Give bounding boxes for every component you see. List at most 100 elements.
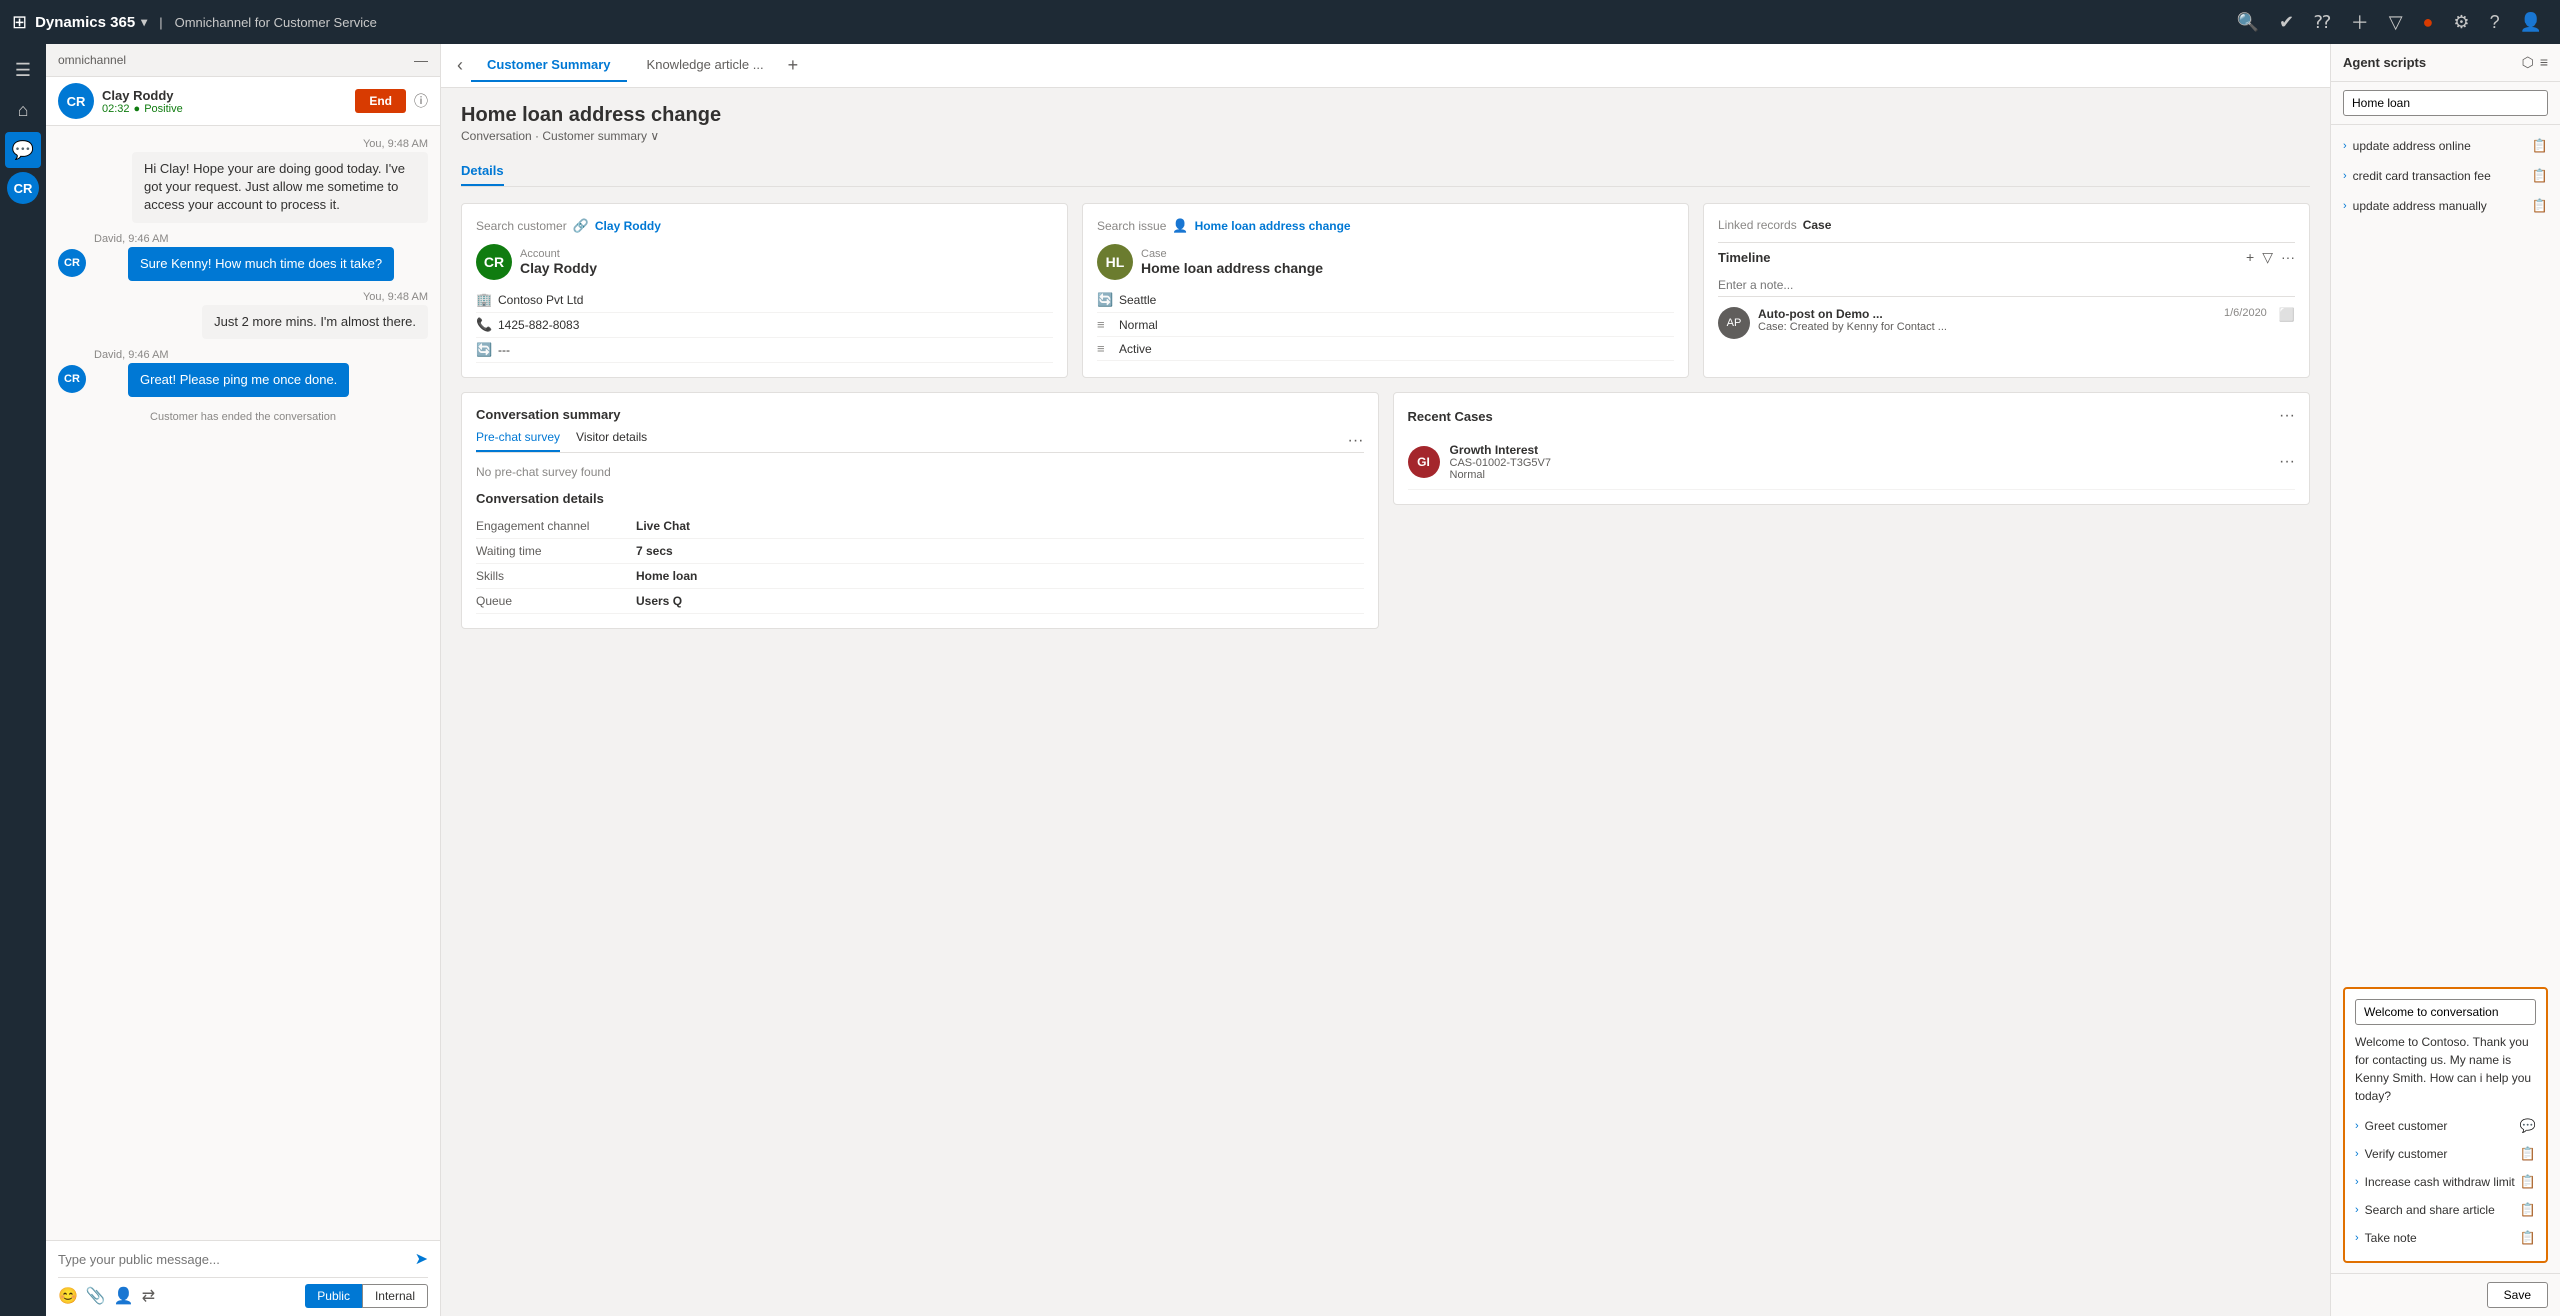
welcome-script-greet[interactable]: › Greet customer 💬: [2355, 1113, 2536, 1139]
entry-subtitle: Case: Created by Kenny for Contact ...: [1758, 321, 1947, 333]
welcome-dropdown[interactable]: Welcome to conversation: [2355, 999, 2536, 1025]
save-button[interactable]: Save: [2487, 1282, 2548, 1308]
no-survey-text: No pre-chat survey found: [476, 465, 1364, 479]
check-icon[interactable]: ✔: [2279, 12, 2294, 33]
status-icon[interactable]: ●: [2423, 12, 2434, 33]
script-item-credit-card[interactable]: › credit card transaction fee 📋: [2331, 161, 2560, 191]
ws-action-icon[interactable]: 📋: [2520, 1174, 2536, 1190]
tab-back-button[interactable]: ‹: [453, 51, 467, 80]
ws-left: › Greet customer: [2355, 1119, 2447, 1133]
emoji-icon[interactable]: 😊: [58, 1286, 78, 1306]
internal-mode-button[interactable]: Internal: [362, 1284, 428, 1308]
search-issue-label: Search issue: [1097, 219, 1166, 233]
chat-input[interactable]: [58, 1252, 407, 1267]
scripts-dropdown[interactable]: Home loan: [2343, 90, 2548, 116]
issue-case-name: Home loan address change: [1141, 260, 1323, 276]
script-item-update-address-online[interactable]: › update address online 📋: [2331, 131, 2560, 161]
recent-cases-card: Recent Cases ··· GI Growth Interest CAS-…: [1393, 392, 2311, 505]
customer-link[interactable]: Clay Roddy: [595, 219, 661, 233]
sidebar-menu-icon[interactable]: ☰: [5, 52, 41, 88]
message-row: David, 9:46 AM CR Sure Kenny! How much t…: [58, 233, 428, 281]
case-more-icon[interactable]: ···: [2279, 453, 2295, 471]
scripts-expand-icon[interactable]: ⬡: [2522, 54, 2534, 71]
customer-card: Search customer 🔗 Clay Roddy CR Account …: [461, 203, 1068, 378]
welcome-script-cash[interactable]: › Increase cash withdraw limit 📋: [2355, 1169, 2536, 1195]
sidebar-home-icon[interactable]: ⌂: [5, 92, 41, 128]
welcome-script-verify[interactable]: › Verify customer 📋: [2355, 1141, 2536, 1167]
script-action-icon[interactable]: 📋: [2532, 198, 2548, 214]
customer-extra: ---: [498, 343, 510, 357]
ws-action-icon[interactable]: 💬: [2520, 1118, 2536, 1134]
timeline-note-input[interactable]: [1718, 274, 2295, 297]
person-icon[interactable]: 👤: [114, 1286, 134, 1306]
scripts-header-icons: ⬡ ≡: [2522, 54, 2548, 71]
scripts-dropdown-row: Home loan: [2331, 82, 2560, 125]
sidebar-chat-icon[interactable]: 💬: [5, 132, 41, 168]
transfer-icon[interactable]: ⇄: [142, 1286, 155, 1306]
ws-action-icon[interactable]: 📋: [2520, 1230, 2536, 1246]
issue-priority: Normal: [1119, 318, 1158, 332]
welcome-text: Welcome to Contoso. Thank you for contac…: [2355, 1033, 2536, 1105]
entry-expand-icon[interactable]: ⬜: [2279, 307, 2295, 323]
summary-tab-prechat[interactable]: Pre-chat survey: [476, 430, 560, 452]
filter-icon[interactable]: ▽: [2389, 12, 2403, 33]
summary-tab-more[interactable]: ···: [1348, 432, 1364, 450]
summary-title: Conversation summary: [476, 407, 1364, 422]
ws-action-icon[interactable]: 📋: [2520, 1146, 2536, 1162]
entry-title: Auto-post on Demo ...: [1758, 307, 1947, 321]
timeline-filter-icon[interactable]: ▽: [2262, 249, 2273, 266]
timeline-icons: + ▽ ···: [2246, 249, 2295, 266]
script-action-icon[interactable]: 📋: [2532, 138, 2548, 154]
customer-company: Contoso Pvt Ltd: [498, 293, 583, 307]
script-item-update-address-manually[interactable]: › update address manually 📋: [2331, 191, 2560, 221]
message-row: David, 9:46 AM CR Great! Please ping me …: [58, 349, 428, 397]
chat-header: omnichannel —: [46, 44, 440, 77]
tab-add-icon[interactable]: +: [788, 55, 799, 76]
ws-label: Search and share article: [2365, 1203, 2495, 1217]
agent-scripts-panel: Agent scripts ⬡ ≡ Home loan › update add…: [2330, 44, 2560, 1316]
script-arrow-icon: ›: [2343, 140, 2347, 152]
search-icon[interactable]: 🔍: [2237, 12, 2259, 33]
ws-left: › Search and share article: [2355, 1203, 2495, 1217]
send-icon[interactable]: ➤: [415, 1249, 428, 1269]
location-icon: 🔄: [1097, 292, 1113, 308]
welcome-scripts-list: › Greet customer 💬 › Verify customer 📋 ›: [2355, 1113, 2536, 1251]
add-icon[interactable]: ＋: [2351, 9, 2369, 35]
ws-label: Increase cash withdraw limit: [2365, 1175, 2515, 1189]
contact-avatar: CR: [58, 83, 94, 119]
help-icon[interactable]: ?: [2490, 12, 2500, 33]
account-label: Account: [520, 248, 597, 260]
ws-action-icon[interactable]: 📋: [2520, 1202, 2536, 1218]
issue-link[interactable]: Home loan address change: [1195, 219, 1351, 233]
ws-label: Verify customer: [2365, 1147, 2448, 1161]
tab-customer-summary[interactable]: Customer Summary: [471, 49, 627, 82]
chat-panel: omnichannel — CR Clay Roddy 02:32 ● Posi…: [46, 44, 441, 1316]
welcome-script-article[interactable]: › Search and share article 📋: [2355, 1197, 2536, 1223]
summary-tab-visitor[interactable]: Visitor details: [576, 430, 647, 452]
question-icon[interactable]: ⁇: [2314, 12, 2331, 33]
tab-knowledge-article[interactable]: Knowledge article ...: [631, 49, 780, 82]
public-mode-button[interactable]: Public: [305, 1284, 362, 1308]
welcome-script-note[interactable]: › Take note 📋: [2355, 1225, 2536, 1251]
minimize-icon[interactable]: —: [414, 52, 428, 68]
customer-card-name: Clay Roddy: [520, 260, 597, 276]
timeline-add-icon[interactable]: +: [2246, 249, 2254, 266]
scripts-list-icon[interactable]: ≡: [2540, 54, 2548, 71]
ws-label: Take note: [2365, 1231, 2417, 1245]
script-action-icon[interactable]: 📋: [2532, 168, 2548, 184]
app-body: ☰ ⌂ 💬 CR omnichannel — CR Clay Roddy 02:…: [0, 44, 2560, 1316]
sidebar-cr-avatar[interactable]: CR: [7, 172, 39, 204]
issue-status-row: ≡ Active: [1097, 337, 1674, 361]
timeline-more-icon[interactable]: ···: [2281, 249, 2295, 266]
end-button[interactable]: End: [355, 89, 406, 113]
attach-icon[interactable]: 📎: [86, 1286, 106, 1306]
details-tab[interactable]: Details: [461, 157, 504, 186]
customer-phone-row: 📞 1425-882-8083: [476, 313, 1053, 338]
recent-cases-more[interactable]: ···: [2279, 407, 2295, 425]
customer-row: CR Great! Please ping me once done.: [58, 363, 428, 397]
user-icon[interactable]: 👤: [2520, 12, 2542, 33]
info-icon[interactable]: ⓘ: [414, 91, 428, 111]
settings-icon[interactable]: ⚙: [2453, 12, 2469, 33]
grid-icon[interactable]: ⊞: [12, 12, 27, 33]
search-customer-label: Search customer: [476, 219, 567, 233]
